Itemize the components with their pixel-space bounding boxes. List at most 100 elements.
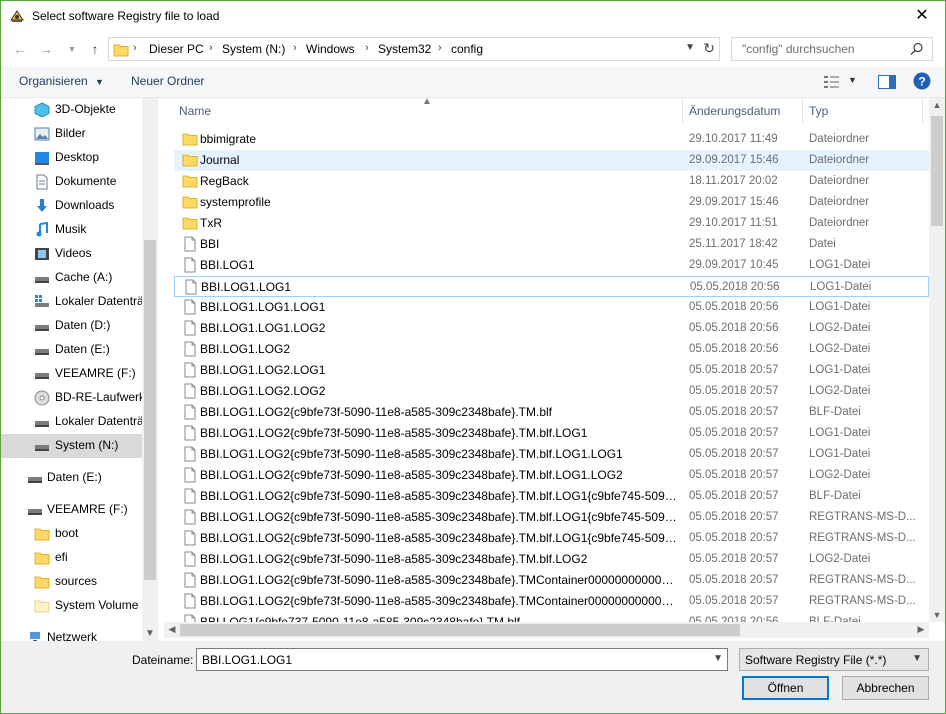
preview-pane-icon[interactable] <box>878 75 896 89</box>
file-row[interactable]: BBI.LOG1.LOG1.LOG2 05.05.2018 20:56 LOG2-D… <box>174 318 929 339</box>
file-icon <box>184 404 196 420</box>
vertical-scroll-thumb[interactable] <box>931 116 943 226</box>
sidebar-item-bd-re-drive[interactable]: BD-RE-Laufwerk <box>1 386 145 410</box>
file-row[interactable]: BBI.LOG1.LOG2{c9bfe73f-5090-11e8-a585-30… <box>174 486 929 507</box>
back-arrow-icon[interactable]: ← <box>11 40 29 58</box>
file-row[interactable]: BBI.LOG1.LOG2{c9bfe73f-5090-11e8-a585-30… <box>174 549 929 570</box>
cancel-button[interactable]: Abbrechen <box>842 676 929 700</box>
sidebar-item-daten-e-2[interactable]: Daten (E:) <box>1 466 142 490</box>
column-divider[interactable] <box>802 98 803 124</box>
folder-row[interactable]: TxR 29.10.2017 11:51 Dateiordner <box>174 213 929 234</box>
breadcrumb-config[interactable]: config <box>451 42 483 56</box>
address-history-chevron-icon[interactable]: ▼ <box>685 42 695 53</box>
column-divider[interactable] <box>922 98 923 124</box>
organize-button[interactable]: Organisieren ▼ <box>19 74 104 88</box>
open-button[interactable]: Öffnen <box>742 676 829 700</box>
file-row[interactable]: BBI.LOG1.LOG2{c9bfe73f-5090-11e8-a585-30… <box>174 402 929 423</box>
sidebar-item-boot[interactable]: boot <box>1 522 142 546</box>
breadcrumb-dieser-pc[interactable]: Dieser PC <box>149 42 204 56</box>
column-header-date[interactable]: Änderungsdatum <box>689 104 780 118</box>
sidebar-item-daten-e[interactable]: Daten (E:) <box>1 338 142 362</box>
filename-value[interactable]: BBI.LOG1.LOG1 <box>202 653 292 667</box>
forward-arrow-icon[interactable]: → <box>37 40 55 58</box>
file-row[interactable]: BBI.LOG1.LOG2 05.05.2018 20:56 LOG2-Datei <box>174 339 929 360</box>
scroll-left-arrow-icon[interactable]: ◀ <box>164 624 180 635</box>
help-icon[interactable]: ? <box>913 72 931 90</box>
horizontal-scroll-thumb[interactable] <box>180 624 740 636</box>
folder-row[interactable]: Journal 29.09.2017 15:46 Dateiordner <box>174 150 929 171</box>
file-row[interactable]: BBI.LOG1 29.09.2017 10:45 LOG1-Datei <box>174 255 929 276</box>
file-row[interactable]: BBI.LOG1.LOG2.LOG2 05.05.2018 20:57 LOG2-D… <box>174 381 929 402</box>
column-header-name[interactable]: Name <box>179 104 211 118</box>
breadcrumb-system-n[interactable]: System (N:) <box>222 42 285 56</box>
chevron-down-icon[interactable]: ▼ <box>912 653 922 664</box>
sidebar-item-sources[interactable]: sources <box>1 570 142 594</box>
column-header-type[interactable]: Typ <box>809 104 828 118</box>
chevron-down-icon[interactable]: ▼ <box>713 653 723 664</box>
title-bar: Select software Registry file to load ✕ <box>1 1 945 32</box>
sidebar-item-network[interactable]: Netzwerk <box>1 626 142 641</box>
view-options-chevron-icon[interactable]: ▼ <box>848 75 857 85</box>
file-row[interactable]: BBI.LOG1.LOG1.LOG1 05.05.2018 20:56 LOG1-D… <box>174 297 929 318</box>
address-bar[interactable]: › Dieser PC › System (N:) › Windows › Sy… <box>108 37 720 61</box>
sidebar-item-desktop[interactable]: Desktop <box>1 146 142 170</box>
file-row[interactable]: BBI.LOG1.LOG2{c9bfe73f-5090-11e8-a585-30… <box>174 465 929 486</box>
scroll-down-arrow-icon[interactable]: ▼ <box>929 610 945 620</box>
folder-row[interactable]: systemprofile 29.09.2017 15:46 Dateiordner <box>174 192 929 213</box>
file-row[interactable]: BBI 25.11.2017 18:42 Datei <box>174 234 929 255</box>
sidebar-item-local-disk-2[interactable]: Lokaler Datenträger <box>1 410 158 434</box>
breadcrumb-system32[interactable]: System32 <box>378 42 431 56</box>
file-row[interactable]: BBI.LOG1.LOG2{c9bfe73f-5090-11e8-a585-30… <box>174 528 929 549</box>
sidebar-item-veeamre-f[interactable]: VEEAMRE (F:) <box>1 362 142 386</box>
file-icon <box>184 236 196 252</box>
scroll-up-arrow-icon[interactable]: ▲ <box>929 100 945 110</box>
sidebar-item-local-disk[interactable]: Lokaler Datenträger <box>1 290 158 314</box>
up-arrow-icon[interactable]: ↑ <box>86 40 104 58</box>
scroll-right-arrow-icon[interactable]: ▶ <box>913 624 929 635</box>
file-type: Datei <box>809 238 836 250</box>
file-row[interactable]: BBI.LOG1.LOG2.LOG1 05.05.2018 20:57 LOG1-D… <box>174 360 929 381</box>
sidebar-scrollbar[interactable]: ▼ <box>142 98 158 641</box>
sidebar-item-documents[interactable]: Dokumente <box>1 170 142 194</box>
sidebar-item-daten-d[interactable]: Daten (D:) <box>1 314 142 338</box>
sidebar-item-system-volume-information[interactable]: System Volume Information <box>1 594 158 618</box>
view-options-icon[interactable] <box>823 75 841 89</box>
sidebar-item-system-n[interactable]: System (N:) <box>1 434 142 458</box>
close-button[interactable]: ✕ <box>899 1 945 31</box>
search-box[interactable] <box>731 37 933 61</box>
sidebar-item-pictures[interactable]: Bilder <box>1 122 142 146</box>
sidebar-item-downloads[interactable]: Downloads <box>1 194 142 218</box>
breadcrumb-windows[interactable]: Windows <box>306 42 355 56</box>
recent-locations-chevron-icon[interactable]: ▼ <box>63 40 81 58</box>
folder-row[interactable]: RegBack 18.11.2017 20:02 Dateiordner <box>174 171 929 192</box>
sidebar-item-cache-a[interactable]: Cache (A:) <box>1 266 142 290</box>
folder-icon <box>34 552 50 565</box>
file-list-vertical-scrollbar[interactable]: ▲ ▼ <box>929 98 945 622</box>
column-divider[interactable] <box>682 98 683 124</box>
search-icon[interactable] <box>910 42 924 56</box>
file-row[interactable]: BBI.LOG1.LOG1 05.05.2018 20:56 LOG1-Datei <box>174 276 929 297</box>
file-type-filter-select[interactable]: Software Registry File (*.*) ▼ <box>739 648 929 671</box>
sidebar-item-music[interactable]: Musik <box>1 218 142 242</box>
file-name: BBI.LOG1.LOG2{c9bfe73f-5090-11e8-a585-30… <box>200 468 623 482</box>
file-row[interactable]: BBI.LOG1.LOG2{c9bfe73f-5090-11e8-a585-30… <box>174 591 929 612</box>
scroll-down-arrow-icon[interactable]: ▼ <box>142 628 158 639</box>
sidebar-item-videos[interactable]: Videos <box>1 242 142 266</box>
file-row[interactable]: BBI.LOG1.LOG2{c9bfe73f-5090-11e8-a585-30… <box>174 570 929 591</box>
sidebar-item-efi[interactable]: efi <box>1 546 142 570</box>
file-icon <box>184 551 196 567</box>
file-row[interactable]: BBI.LOG1.LOG2{c9bfe73f-5090-11e8-a585-30… <box>174 444 929 465</box>
file-row[interactable]: BBI.LOG1.LOG2{c9bfe73f-5090-11e8-a585-30… <box>174 507 929 528</box>
folder-icon <box>182 154 198 167</box>
sidebar-scroll-thumb[interactable] <box>144 240 156 580</box>
search-input[interactable] <box>740 41 900 57</box>
folder-row[interactable]: bbimigrate 29.10.2017 11:49 Dateiordner <box>174 129 929 150</box>
file-list-horizontal-scrollbar[interactable]: ◀ ▶ <box>164 622 929 638</box>
sidebar-item-3d-objects[interactable]: 3D-Objekte <box>1 98 142 122</box>
refresh-icon[interactable]: ↻ <box>703 40 715 57</box>
folder-icon <box>182 196 198 209</box>
filename-field[interactable]: BBI.LOG1.LOG1 ▼ <box>196 648 728 671</box>
new-folder-button[interactable]: Neuer Ordner <box>131 74 204 88</box>
file-row[interactable]: BBI.LOG1.LOG2{c9bfe73f-5090-11e8-a585-30… <box>174 423 929 444</box>
sidebar-item-veeamre-f-2[interactable]: VEEAMRE (F:) <box>1 498 142 522</box>
